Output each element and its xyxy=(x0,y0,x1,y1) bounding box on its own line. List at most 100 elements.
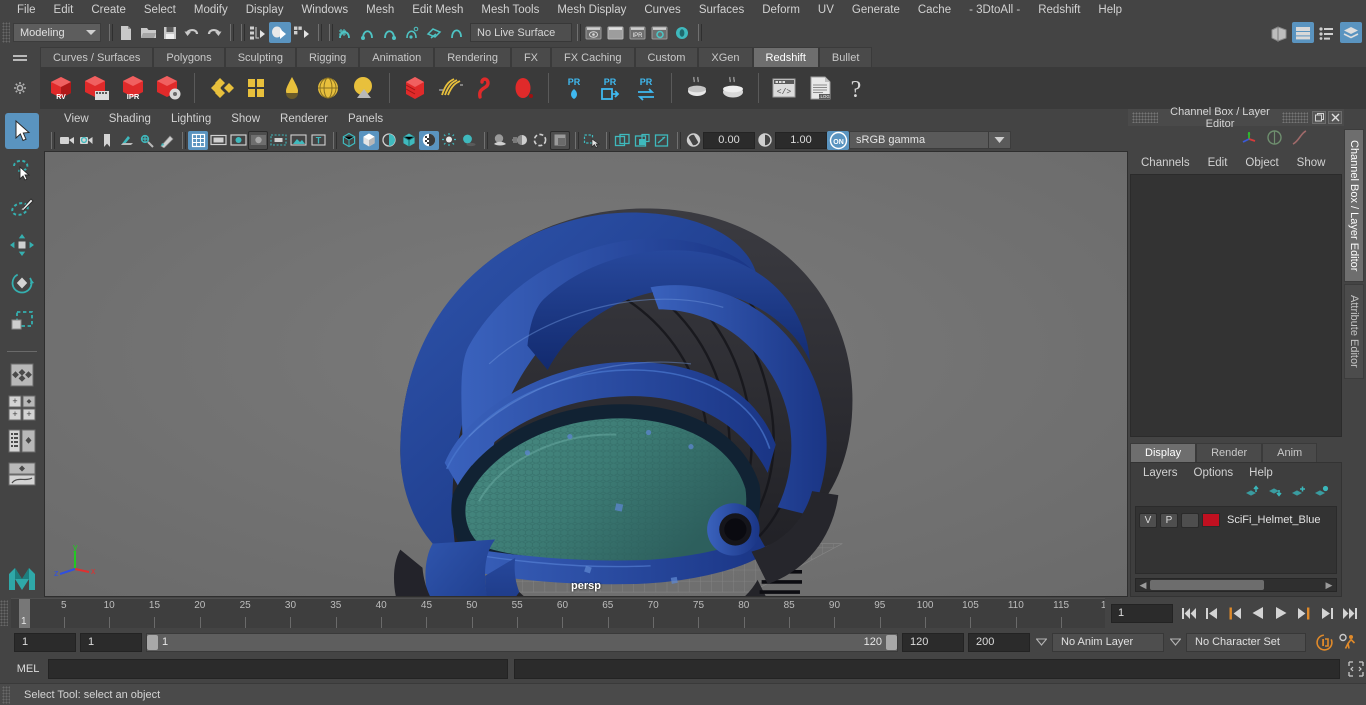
vertical-tab-channel-box-layer-editor[interactable]: Channel Box / Layer Editor xyxy=(1344,129,1364,283)
create-layer-from-selected-icon[interactable] xyxy=(1314,485,1329,501)
menu-item-select[interactable]: Select xyxy=(135,0,185,20)
layer-menu-options[interactable]: Options xyxy=(1186,467,1242,479)
lasso-select-tool-button[interactable] xyxy=(5,151,39,187)
range-slider[interactable]: 1 120 xyxy=(146,632,898,652)
hypershade-icon[interactable] xyxy=(671,22,693,43)
shelf-tab-rigging[interactable]: Rigging xyxy=(295,47,360,67)
shelf-tab-animation[interactable]: Animation xyxy=(359,47,435,67)
menu-item-mesh[interactable]: Mesh xyxy=(357,0,403,20)
persp-viewport[interactable]: y x z persp xyxy=(44,151,1128,597)
film-gate-display-icon[interactable] xyxy=(268,131,288,150)
attribute-editor-icon[interactable] xyxy=(1292,22,1314,43)
animation-end-field[interactable]: 120 xyxy=(902,632,964,652)
close-panel-button[interactable] xyxy=(1328,111,1342,124)
time-slider-grip[interactable] xyxy=(0,600,8,626)
time-slider[interactable]: 1 5 10 15 20 25 30 35 40 45 50 55 60 65 70 75 80 85 90 95 1… xyxy=(11,598,1105,628)
shade-selected-items-icon[interactable] xyxy=(379,131,399,150)
viewport-menu-renderer[interactable]: Renderer xyxy=(270,109,338,129)
gamma-icon[interactable] xyxy=(755,131,775,150)
menu-item-uv[interactable]: UV xyxy=(809,0,843,20)
panel-grip[interactable] xyxy=(1132,112,1158,123)
scale-tool-button[interactable] xyxy=(5,303,39,339)
menu-item-3dtoall[interactable]: - 3DtoAll - xyxy=(960,0,1029,20)
menu-item-generate[interactable]: Generate xyxy=(843,0,909,20)
menu-item-create[interactable]: Create xyxy=(82,0,135,20)
xray-icon[interactable] xyxy=(612,131,632,150)
menu-item-redshift[interactable]: Redshift xyxy=(1029,0,1089,20)
time-slider-playhead[interactable]: 1 xyxy=(19,599,30,628)
hud-text-icon[interactable]: T xyxy=(308,131,328,150)
exposure-icon[interactable] xyxy=(683,131,703,150)
shelf-tab-curves-surfaces[interactable]: Curves / Surfaces xyxy=(40,47,154,67)
shelf-tab-polygons[interactable]: Polygons xyxy=(153,47,225,67)
menu-item-curves[interactable]: Curves xyxy=(635,0,689,20)
layer-playback-toggle[interactable]: P xyxy=(1160,512,1178,528)
redshift-render-view-button[interactable]: RV xyxy=(44,69,78,107)
undock-panel-button[interactable] xyxy=(1312,111,1326,124)
select-by-hierarchy-icon[interactable] xyxy=(247,22,269,43)
character-set-field[interactable]: No Character Set xyxy=(1186,632,1306,652)
grid-toggle-icon[interactable] xyxy=(188,130,208,150)
open-scene-icon[interactable] xyxy=(137,22,159,43)
wireframe-on-shaded-icon[interactable] xyxy=(399,131,419,150)
use-all-lights-icon[interactable] xyxy=(439,131,459,150)
rotate-tool-button[interactable] xyxy=(5,265,39,301)
layout-single-perspective-button[interactable] xyxy=(6,360,38,390)
layer-editor-icon[interactable] xyxy=(1340,22,1362,43)
viewport-menu-panels[interactable]: Panels xyxy=(338,109,393,129)
go-to-end-button[interactable] xyxy=(1340,603,1360,623)
auto-keyframe-toggle-button[interactable] xyxy=(1314,632,1334,652)
vertical-tab-attribute-editor[interactable]: Attribute Editor xyxy=(1344,284,1364,380)
scroll-left-arrow-icon[interactable]: ◀ xyxy=(1138,580,1148,591)
shelf-tab-custom[interactable]: Custom xyxy=(634,47,699,67)
scrollbar-thumb[interactable] xyxy=(1150,580,1264,590)
render-sequence-icon[interactable] xyxy=(605,22,627,43)
shelf-tab-bullet[interactable]: Bullet xyxy=(818,47,873,67)
ipr-render-icon[interactable]: IPR xyxy=(627,22,649,43)
layer-display-type-toggle[interactable] xyxy=(1181,512,1199,528)
layer-color-swatch[interactable] xyxy=(1202,513,1220,527)
render-settings-icon[interactable] xyxy=(649,22,671,43)
select-camera-icon[interactable] xyxy=(57,131,77,150)
viewport-menu-shading[interactable]: Shading xyxy=(99,109,161,129)
menu-set-selector[interactable]: Modeling xyxy=(13,23,101,42)
rs-volume-button[interactable] xyxy=(398,69,432,107)
wireframe-shading-icon[interactable] xyxy=(339,131,359,150)
current-frame-field[interactable]: 1 xyxy=(1111,603,1173,623)
script-editor-button[interactable] xyxy=(1346,659,1366,679)
command-input-field[interactable] xyxy=(48,659,508,679)
gate-mask-icon[interactable] xyxy=(248,130,268,150)
rs-bokeh-button[interactable] xyxy=(680,69,714,107)
go-to-start-button[interactable] xyxy=(1179,603,1199,623)
character-set-dropdown-arrow[interactable] xyxy=(1168,633,1182,652)
rs-proxy-import-button[interactable]: PR xyxy=(593,69,627,107)
menu-item-help[interactable]: Help xyxy=(1089,0,1131,20)
shelf-tab-rendering[interactable]: Rendering xyxy=(434,47,511,67)
playback-end-field[interactable]: 200 xyxy=(968,632,1030,652)
channel-box-list[interactable] xyxy=(1130,174,1342,437)
multisample-aa-icon[interactable] xyxy=(530,131,550,150)
bookmark-icon[interactable] xyxy=(97,131,117,150)
image-plane-icon[interactable] xyxy=(117,131,137,150)
paint-select-tool-button[interactable] xyxy=(5,189,39,225)
camera-attributes-icon[interactable] xyxy=(77,131,97,150)
scroll-right-arrow-icon[interactable]: ▶ xyxy=(1324,580,1334,591)
screen-space-ao-icon[interactable] xyxy=(490,131,510,150)
snap-to-projected-center-icon[interactable] xyxy=(401,22,423,43)
shelf-menu-icon[interactable] xyxy=(0,45,40,67)
step-forward-frame-button[interactable] xyxy=(1294,603,1314,623)
shelf-options-gear-icon[interactable] xyxy=(0,67,40,109)
make-live-icon[interactable] xyxy=(445,22,467,43)
range-slider-left-handle[interactable] xyxy=(147,634,158,650)
menu-item-windows[interactable]: Windows xyxy=(292,0,357,20)
depth-of-field-icon[interactable] xyxy=(550,130,570,150)
snap-to-point-icon[interactable] xyxy=(379,22,401,43)
layer-visibility-toggle[interactable]: V xyxy=(1139,512,1157,528)
rs-hair-button[interactable] xyxy=(434,69,468,107)
viewport-menu-view[interactable]: View xyxy=(54,109,99,129)
channel-menu-channels[interactable]: Channels xyxy=(1132,153,1199,173)
undo-icon[interactable] xyxy=(181,22,203,43)
redo-icon[interactable] xyxy=(203,22,225,43)
channel-menu-edit[interactable]: Edit xyxy=(1199,153,1237,173)
channel-curve-icon[interactable] xyxy=(1291,129,1308,149)
